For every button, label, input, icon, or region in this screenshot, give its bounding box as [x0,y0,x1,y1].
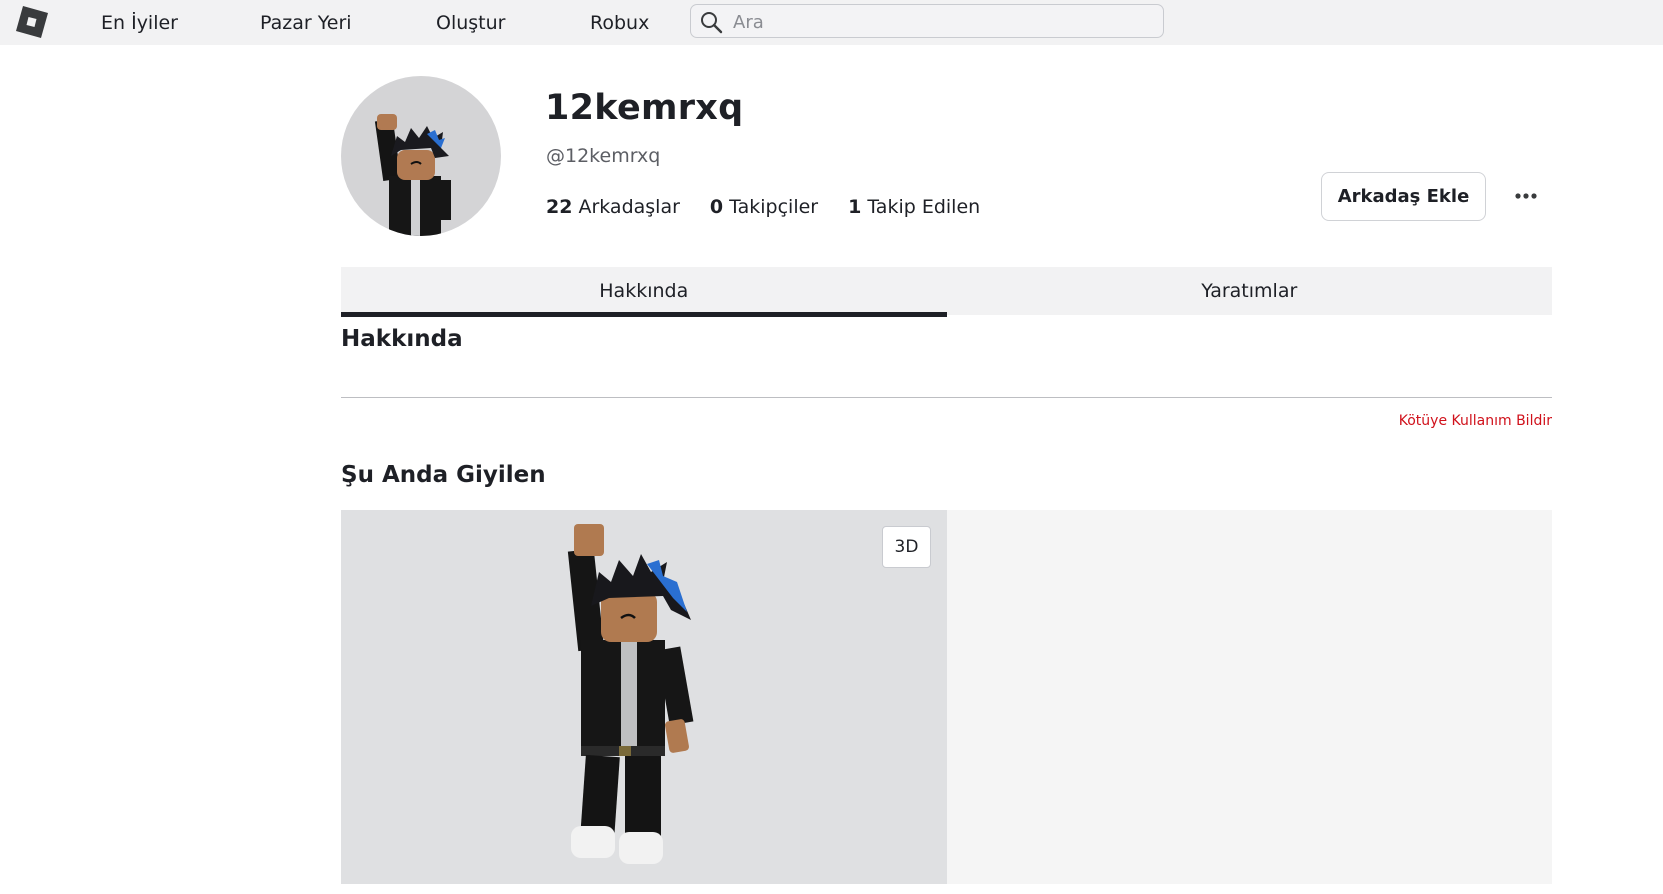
search-box[interactable] [690,4,1164,39]
nav-item-marketplace[interactable]: Pazar Yeri [260,12,352,34]
avatar-full-body-image [567,524,694,864]
avatar[interactable] [341,76,501,236]
search-input[interactable] [731,5,1155,39]
stat-followers-count: 0 [709,196,724,218]
search-icon [701,12,723,34]
profile-tabs: Hakkında Yaratımlar [341,267,1553,317]
currently-wearing-title: Şu Anda Giyilen [341,462,546,488]
top-nav-bar: En İyiler Pazar Yeri Oluştur Robux [0,0,1663,45]
wearing-items-panel [947,510,1552,884]
stat-friends-label: Arkadaşlar [578,196,680,218]
about-divider [341,397,1552,398]
stat-following-count: 1 [848,196,862,218]
nav-item-charts[interactable]: En İyiler [101,12,178,34]
avatar-3d-viewer[interactable]: 3D [341,510,947,884]
stat-followers[interactable]: 0 Takipçiler [710,196,818,218]
stat-followers-label: Takipçiler [729,196,819,218]
about-title: Hakkında [341,326,463,352]
report-abuse-link[interactable]: Kötüye Kullanım Bildir [1399,413,1552,429]
tab-about[interactable]: Hakkında [341,267,947,317]
profile-stats: 22 Arkadaşlar 0 Takipçiler 1 Takip Edilen [546,196,980,218]
username: @12kemrxq [546,145,661,167]
stat-following-label: Takip Edilen [867,196,981,218]
roblox-logo-icon[interactable] [16,6,48,38]
add-friend-button[interactable]: Arkadaş Ekle [1321,172,1486,221]
nav-item-create[interactable]: Oluştur [436,12,505,34]
more-horizontal-icon[interactable] [1510,182,1542,210]
three-d-toggle-button[interactable]: 3D [882,526,931,568]
tab-creations[interactable]: Yaratımlar [947,267,1553,315]
display-name: 12kemrxq [545,88,744,128]
stat-friends[interactable]: 22 Arkadaşlar [546,196,680,218]
stat-following[interactable]: 1 Takip Edilen [848,196,980,218]
stat-friends-count: 22 [546,196,573,218]
avatar-headshot-image [374,114,451,236]
nav-item-robux[interactable]: Robux [590,12,649,34]
